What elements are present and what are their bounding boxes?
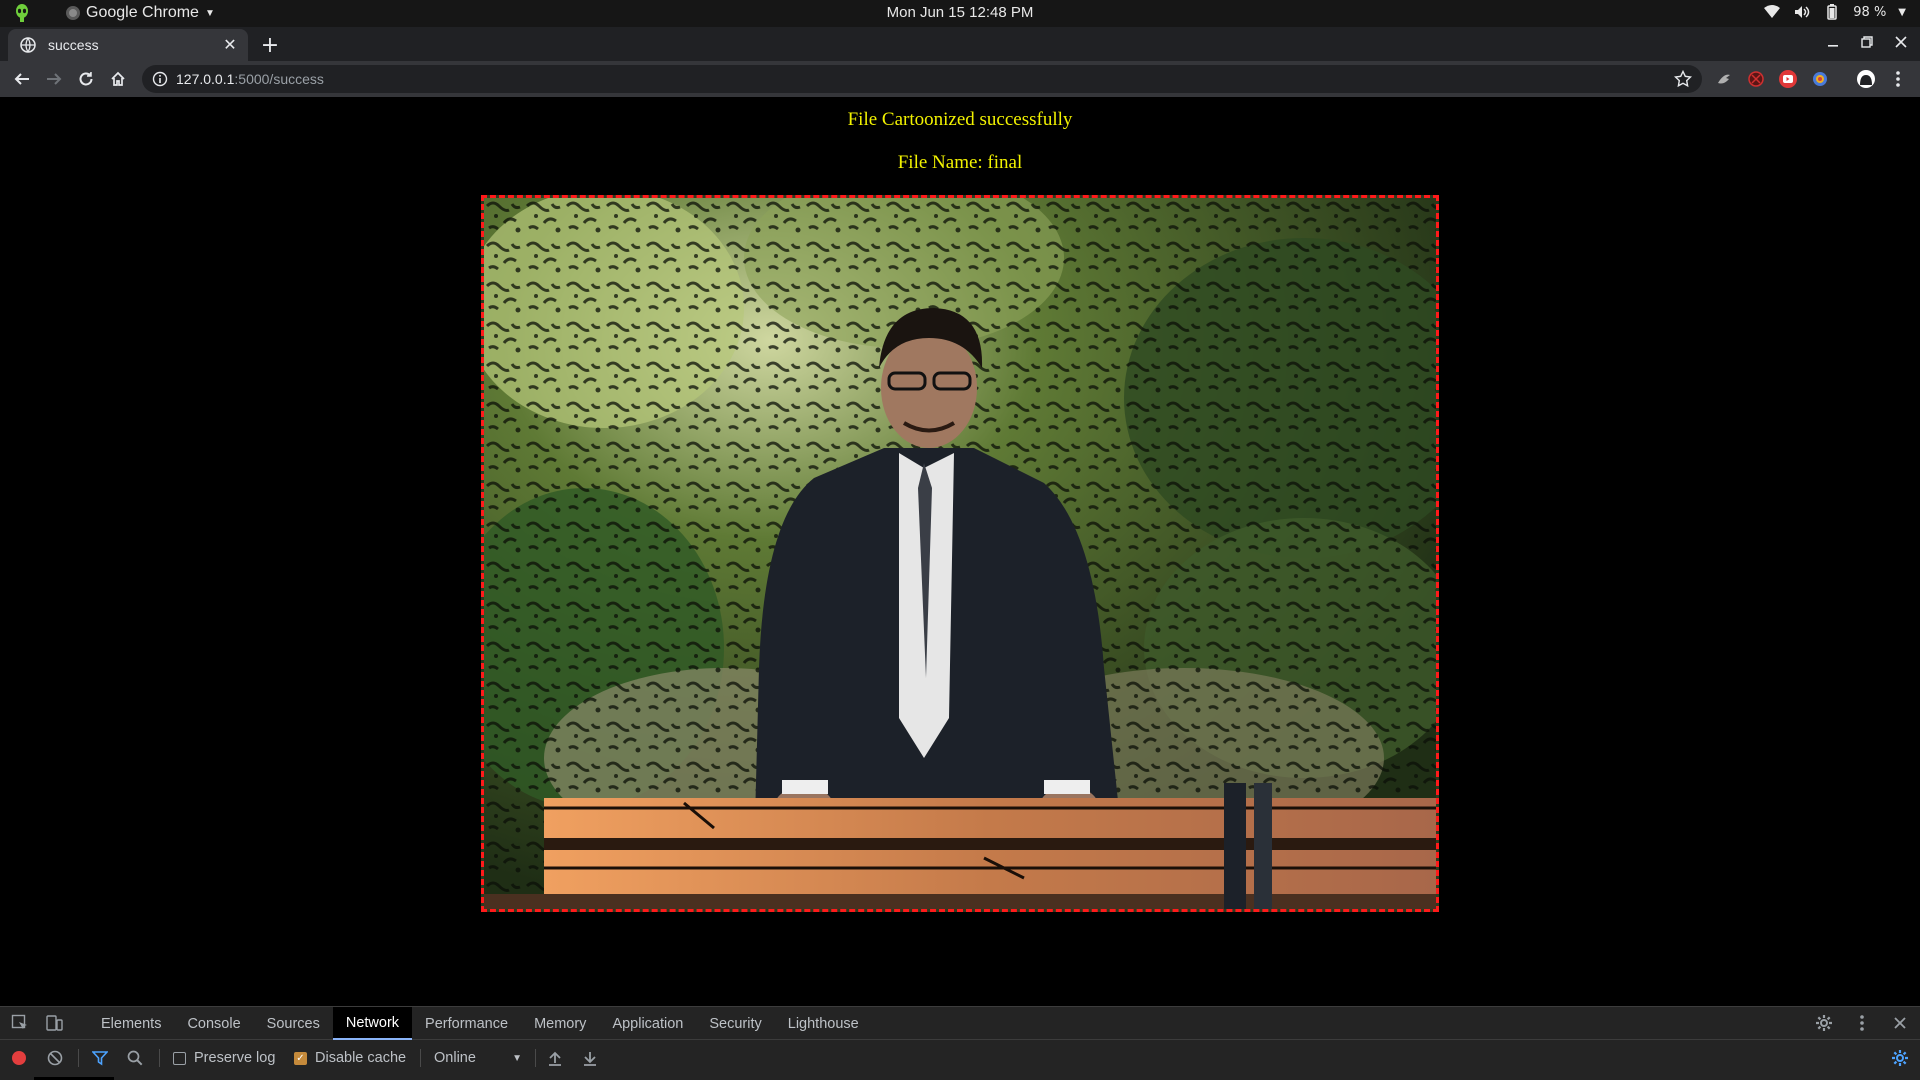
browser-tab[interactable]: success ✕	[8, 29, 248, 61]
network-toolbar: Preserve log ✓ Disable cache Online ▼	[0, 1041, 1920, 1075]
devtools-tab-bar: Elements Console Sources Network Perform…	[0, 1007, 1920, 1040]
success-message: File Cartoonized successfully	[847, 109, 1073, 130]
restore-icon[interactable]	[1858, 33, 1876, 51]
new-tab-button[interactable]: +	[258, 33, 282, 58]
settings-gear-icon[interactable]	[1814, 1013, 1834, 1033]
tab-strip: success ✕ +	[0, 27, 1920, 61]
disable-cache-checkbox[interactable]: ✓ Disable cache	[294, 1048, 406, 1068]
tab-lighthouse[interactable]: Lighthouse	[775, 1007, 872, 1040]
chevron-down-icon: ▼	[1898, 6, 1906, 18]
activities-alien-icon[interactable]	[12, 3, 32, 23]
menu-kebab-icon[interactable]	[1888, 69, 1908, 89]
toolbar-divider	[159, 1049, 160, 1067]
info-icon[interactable]	[152, 71, 168, 87]
cartoonized-image	[481, 195, 1439, 912]
record-button[interactable]	[11, 1048, 27, 1068]
globe-icon	[20, 37, 36, 53]
close-devtools-icon[interactable]	[1890, 1013, 1910, 1033]
devtools-panel: Elements Console Sources Network Perform…	[0, 1006, 1920, 1080]
os-top-bar: Google Chrome ▼ Mon Jun 15 12:48 PM 98 %…	[0, 0, 1920, 27]
home-icon[interactable]	[106, 67, 130, 91]
minimize-icon[interactable]	[1824, 33, 1842, 51]
window-controls	[1824, 33, 1910, 51]
tab-console[interactable]: Console	[174, 1007, 253, 1040]
chevron-down-icon: ▼	[512, 1052, 522, 1064]
checkmark-icon[interactable]: ✓	[294, 1051, 307, 1065]
close-window-icon[interactable]	[1892, 33, 1910, 51]
web-page: File Cartoonized successfully File Name:…	[0, 97, 1920, 1006]
preserve-log-label: Preserve log	[194, 1050, 276, 1066]
filter-icon[interactable]	[92, 1048, 108, 1068]
network-settings-gear-icon[interactable]	[1891, 1048, 1909, 1068]
url-path: :5000/success	[234, 71, 324, 87]
app-menu[interactable]: Google Chrome ▼	[66, 4, 215, 22]
reload-icon[interactable]	[74, 67, 98, 91]
close-tab-icon[interactable]: ✕	[222, 37, 238, 54]
extension-bird-icon[interactable]	[1714, 69, 1734, 89]
clear-log-icon[interactable]	[47, 1048, 63, 1068]
tab-security[interactable]: Security	[696, 1007, 774, 1040]
tab-application[interactable]: Application	[599, 1007, 696, 1040]
search-icon[interactable]	[127, 1048, 143, 1068]
system-tray[interactable]: 98 % ▼	[1763, 3, 1906, 21]
battery-percent: 98 %	[1853, 4, 1887, 20]
bookmark-star-icon[interactable]	[1673, 69, 1693, 88]
wifi-icon	[1763, 3, 1781, 21]
profile-avatar-icon[interactable]	[1856, 69, 1876, 89]
address-bar[interactable]: 127.0.0.1:5000/success	[142, 65, 1702, 93]
device-toolbar-icon[interactable]	[44, 1013, 64, 1033]
export-har-icon[interactable]	[582, 1048, 598, 1068]
tab-memory[interactable]: Memory	[521, 1007, 599, 1040]
devtools-actions	[1814, 1013, 1910, 1033]
back-icon[interactable]	[10, 67, 34, 91]
toolbar-divider	[420, 1049, 421, 1067]
throttling-select[interactable]: Online ▼	[434, 1048, 522, 1068]
tab-performance[interactable]: Performance	[412, 1007, 521, 1040]
toolbar-divider	[535, 1049, 536, 1067]
checkbox-unchecked[interactable]	[173, 1051, 186, 1065]
toolbar-divider	[78, 1049, 79, 1067]
extension-video-icon[interactable]	[1778, 69, 1798, 89]
app-name-label: Google Chrome	[86, 4, 199, 21]
tab-title: success	[48, 37, 99, 53]
forward-icon[interactable]	[42, 67, 66, 91]
inspect-element-icon[interactable]	[10, 1013, 30, 1033]
extension-block-icon[interactable]	[1746, 69, 1766, 89]
browser-toolbar: 127.0.0.1:5000/success	[0, 61, 1920, 97]
clock[interactable]: Mon Jun 15 12:48 PM	[0, 4, 1920, 21]
disable-cache-label: Disable cache	[315, 1050, 407, 1066]
preserve-log-checkbox[interactable]: Preserve log	[173, 1048, 275, 1068]
volume-icon	[1793, 3, 1811, 21]
tab-elements[interactable]: Elements	[88, 1007, 174, 1040]
url-host: 127.0.0.1	[176, 71, 235, 87]
devtools-menu-kebab-icon[interactable]	[1852, 1013, 1872, 1033]
extension-colorful-icon[interactable]	[1810, 69, 1830, 89]
import-har-icon[interactable]	[547, 1048, 563, 1068]
file-name-label: File Name: final	[897, 152, 1023, 173]
battery-icon	[1823, 3, 1841, 21]
devtools-tabs: Elements Console Sources Network Perform…	[88, 1007, 872, 1040]
chevron-down-icon: ▼	[204, 7, 215, 19]
tab-network[interactable]: Network	[332, 1007, 413, 1040]
tab-sources[interactable]: Sources	[254, 1007, 333, 1040]
throttling-value: Online	[434, 1050, 476, 1066]
chrome-icon	[66, 6, 80, 20]
